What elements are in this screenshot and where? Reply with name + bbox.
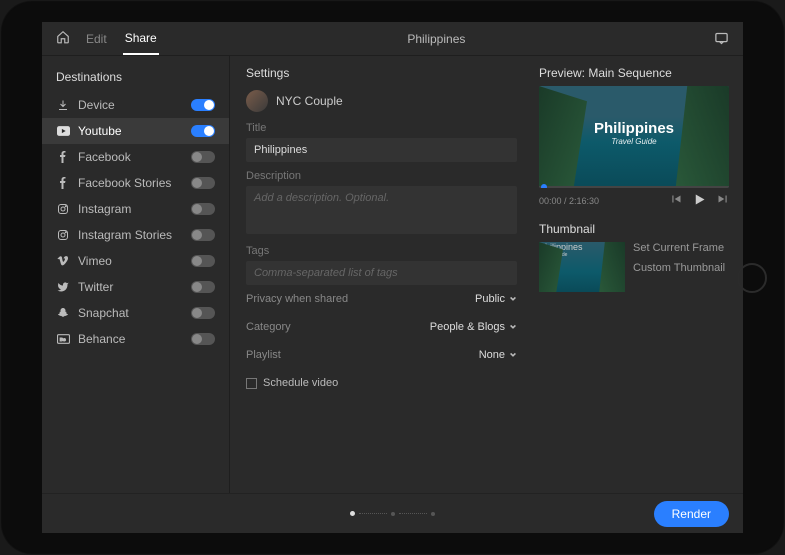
title-label: Title [246,122,517,134]
title-input[interactable] [246,138,517,162]
footer: Render [42,493,743,533]
description-input[interactable] [246,186,517,234]
destination-label: Facebook [78,150,183,164]
twitter-icon [56,280,70,294]
destination-facebook[interactable]: Facebook [42,144,229,170]
thumbnail-image[interactable]: Philippines Travel Guide [539,242,625,292]
category-select[interactable]: People & Blogs [430,321,517,333]
destination-toggle[interactable] [191,307,215,319]
destination-toggle[interactable] [191,151,215,163]
destination-label: Behance [78,332,183,346]
snapchat-icon [56,306,70,320]
description-label: Description [246,170,517,182]
custom-thumbnail-button[interactable]: Custom Thumbnail [633,262,725,274]
chevron-down-icon [509,323,517,331]
avatar [246,90,268,112]
settings-panel: Settings NYC Couple Title Description Ta… [230,56,533,493]
privacy-value: Public [475,293,505,305]
comment-icon[interactable] [714,31,729,46]
thumbnail-heading: Thumbnail [539,222,729,236]
destination-label: Vimeo [78,254,183,268]
tab-share[interactable]: Share [123,23,159,55]
svg-text:Be: Be [59,337,65,343]
overlay-subtitle: Travel Guide [594,137,674,146]
top-bar: Edit Share Philippines [42,22,743,56]
destination-toggle[interactable] [191,229,215,241]
category-label: Category [246,321,291,333]
youtube-icon [56,124,70,138]
destination-youtube[interactable]: Youtube [42,118,229,144]
instagram-icon [56,202,70,216]
destination-snapchat[interactable]: Snapchat [42,300,229,326]
destination-label: Device [78,98,183,112]
destination-toggle[interactable] [191,281,215,293]
destination-label: Youtube [78,124,183,138]
destination-toggle[interactable] [191,203,215,215]
privacy-row: Privacy when shared Public [246,285,517,313]
destination-label: Twitter [78,280,183,294]
destination-toggle[interactable] [191,177,215,189]
destination-toggle[interactable] [191,333,215,345]
facebook-icon [56,176,70,190]
settings-heading: Settings [246,66,517,80]
playlist-row: Playlist None [246,341,517,369]
tags-label: Tags [246,245,517,257]
category-value: People & Blogs [430,321,505,333]
overlay-title: Philippines [594,120,674,137]
destination-toggle[interactable] [191,125,215,137]
destination-toggle[interactable] [191,99,215,111]
destination-device[interactable]: Device [42,92,229,118]
destination-label: Snapchat [78,306,183,320]
facebook-icon [56,150,70,164]
destinations-sidebar: Destinations Device Youtube Facebook [42,56,230,493]
page-title: Philippines [159,32,714,46]
destination-facebook-stories[interactable]: Facebook Stories [42,170,229,196]
playlist-label: Playlist [246,349,281,361]
home-icon[interactable] [56,30,70,47]
destination-label: Instagram [78,202,183,216]
vimeo-icon [56,254,70,268]
destination-vimeo[interactable]: Vimeo [42,248,229,274]
tags-input[interactable] [246,261,517,285]
schedule-row[interactable]: Schedule video [246,377,517,389]
schedule-checkbox[interactable] [246,378,257,389]
playlist-select[interactable]: None [479,349,517,361]
destination-label: Instagram Stories [78,228,183,242]
behance-icon: Be [56,332,70,346]
preview-video[interactable]: Philippines Travel Guide [539,86,729,188]
preview-heading: Preview: Main Sequence [539,66,729,80]
destination-behance[interactable]: Be Behance [42,326,229,352]
destination-instagram-stories[interactable]: Instagram Stories [42,222,229,248]
playhead[interactable] [539,186,729,188]
playlist-value: None [479,349,505,361]
tab-edit[interactable]: Edit [84,24,109,54]
schedule-label: Schedule video [263,377,338,389]
account-name: NYC Couple [276,94,343,108]
chevron-down-icon [509,351,517,359]
set-current-frame-button[interactable]: Set Current Frame [633,242,725,254]
sidebar-title: Destinations [42,66,229,92]
play-icon[interactable] [692,192,707,210]
category-row: Category People & Blogs [246,313,517,341]
timecode: 00:00 / 2:16:30 [539,196,599,206]
app-screen: Edit Share Philippines Destinations Devi… [42,22,743,533]
page-indicator[interactable] [350,511,435,516]
destination-label: Facebook Stories [78,176,183,190]
step-forward-icon[interactable] [715,192,729,210]
step-back-icon[interactable] [670,192,684,210]
preview-panel: Preview: Main Sequence Philippines Trave… [533,56,743,493]
instagram-icon [56,228,70,242]
account-row[interactable]: NYC Couple [246,90,517,112]
privacy-select[interactable]: Public [475,293,517,305]
destination-twitter[interactable]: Twitter [42,274,229,300]
chevron-down-icon [509,295,517,303]
privacy-label: Privacy when shared [246,293,348,305]
destination-toggle[interactable] [191,255,215,267]
tablet-home-button[interactable] [737,263,767,293]
render-button[interactable]: Render [654,501,729,527]
download-icon [56,98,70,112]
destination-instagram[interactable]: Instagram [42,196,229,222]
